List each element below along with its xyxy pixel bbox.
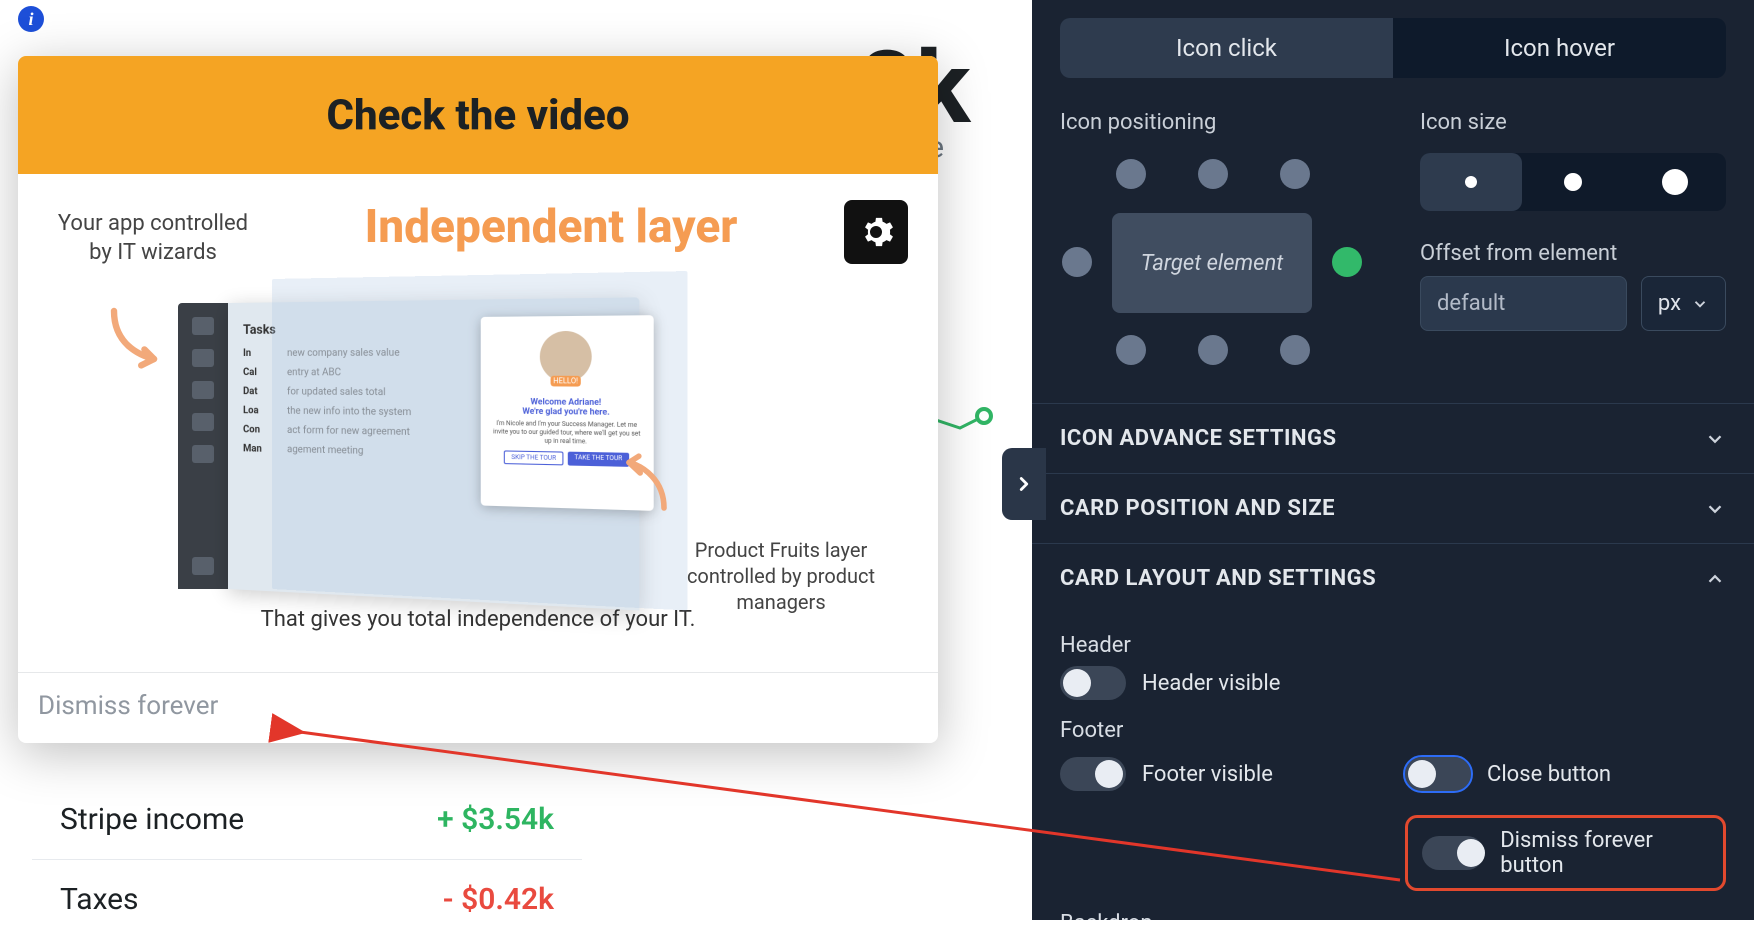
dot-medium-icon <box>1564 173 1582 191</box>
dot-large-icon <box>1662 169 1688 195</box>
icon-positioning-section: Icon positioning Target element <box>1060 110 1380 373</box>
accordion: ICON ADVANCE SETTINGS CARD POSITION AND … <box>1032 403 1754 920</box>
size-options <box>1420 153 1726 211</box>
pos-mid-left[interactable] <box>1062 247 1092 277</box>
card-body: Your app controlled by IT wizards Indepe… <box>18 174 938 672</box>
card-footer: Dismiss forever <box>18 672 938 743</box>
chevron-down-icon <box>1704 498 1726 520</box>
size-large[interactable] <box>1624 153 1726 211</box>
size-small[interactable] <box>1420 153 1522 211</box>
list-item[interactable]: Stripe income + $3.54k <box>32 780 582 860</box>
pos-bottom-center[interactable] <box>1198 335 1228 365</box>
list-item[interactable]: Taxes - $0.42k <box>32 860 582 939</box>
tab-icon-hover[interactable]: Icon hover <box>1393 18 1726 78</box>
mock-sidebar <box>178 303 228 589</box>
tab-icon-click[interactable]: Icon click <box>1060 18 1393 78</box>
card-layout-body: Header Header visible Footer Footer visi… <box>1032 613 1754 920</box>
toggle-label: Footer visible <box>1142 762 1273 787</box>
pos-top-left[interactable] <box>1116 159 1146 189</box>
headline: Independent layer <box>258 200 844 254</box>
panel-collapse-handle[interactable] <box>1002 448 1046 520</box>
positioning-label: Icon positioning <box>1060 110 1380 135</box>
offset-unit-label: px <box>1658 291 1681 316</box>
accordion-card-position[interactable]: CARD POSITION AND SIZE <box>1032 473 1754 543</box>
size-label: Icon size <box>1420 110 1726 135</box>
accordion-icon-advance[interactable]: ICON ADVANCE SETTINGS <box>1032 403 1754 473</box>
offset-input[interactable]: default <box>1420 276 1627 331</box>
illustration-area: Tasks Innew company sales value Calentry… <box>48 277 908 597</box>
header-group-title: Header <box>1060 633 1726 658</box>
footer-group-title: Footer <box>1060 718 1726 743</box>
arrow-left-icon <box>98 303 178 383</box>
row-value: - $0.42k <box>443 882 554 917</box>
toggle-dismiss-forever[interactable] <box>1422 836 1484 870</box>
mock-overlay-pane: HELLO! Welcome Adriane! We're glad you'r… <box>272 271 688 610</box>
skip-button: SKIP THE TOUR <box>504 451 564 466</box>
card-header-title: Check the video <box>326 91 629 140</box>
avatar <box>540 331 592 383</box>
transactions-list: Stripe income + $3.54k Taxes - $0.42k <box>32 780 582 939</box>
target-label: Target element <box>1141 251 1283 276</box>
icon-size-section: Icon size Offset from element default px <box>1420 110 1726 373</box>
dismiss-forever-link[interactable]: Dismiss forever <box>38 691 218 721</box>
pos-mid-right[interactable] <box>1332 247 1362 277</box>
pos-bottom-right[interactable] <box>1280 335 1310 365</box>
gear-icon <box>858 214 894 250</box>
welcome-desc: I'm Nicole and I'm your Success Manager.… <box>491 420 642 447</box>
trigger-tabs: Icon click Icon hover <box>1060 18 1726 78</box>
pos-top-center[interactable] <box>1198 159 1228 189</box>
toggle-label: Header visible <box>1142 671 1280 696</box>
dismiss-forever-highlight: Dismiss forever button <box>1405 815 1726 891</box>
accordion-card-layout[interactable]: CARD LAYOUT AND SETTINGS <box>1032 543 1754 613</box>
toggle-close-button[interactable] <box>1405 757 1471 791</box>
card-header: Check the video <box>18 56 938 174</box>
chevron-right-icon <box>1013 473 1035 495</box>
size-medium[interactable] <box>1522 153 1624 211</box>
note-right: Product Fruits layer controlled by produ… <box>676 537 886 615</box>
mock-app-illustration: Tasks Innew company sales value Calentry… <box>178 293 698 593</box>
offset-unit-select[interactable]: px <box>1641 276 1726 331</box>
toggle-label: Close button <box>1487 762 1611 787</box>
toggle-header-visible[interactable] <box>1060 666 1126 700</box>
note-left: Your app controlled by IT wizards <box>48 210 258 267</box>
hello-badge: HELLO! <box>550 376 581 387</box>
toggle-footer-visible[interactable] <box>1060 757 1126 791</box>
accordion-label: CARD POSITION AND SIZE <box>1060 496 1335 521</box>
pos-bottom-left[interactable] <box>1116 335 1146 365</box>
row-label: Taxes <box>60 882 139 917</box>
offset-label: Offset from element <box>1420 241 1726 266</box>
target-element-box: Target element <box>1112 213 1312 313</box>
info-icon[interactable]: i <box>18 6 44 32</box>
settings-panel: Icon click Icon hover Icon positioning T… <box>1032 0 1754 920</box>
arrow-right-icon <box>608 445 678 515</box>
gear-button[interactable] <box>844 200 908 264</box>
announcement-card: Check the video Your app controlled by I… <box>18 56 938 743</box>
pos-top-right[interactable] <box>1280 159 1310 189</box>
backdrop-group-title: Backdrop <box>1060 911 1726 920</box>
accordion-label: ICON ADVANCE SETTINGS <box>1060 426 1337 451</box>
welcome-line-2: We're glad you're here. <box>491 406 642 417</box>
row-label: Stripe income <box>60 802 244 837</box>
toggle-label: Dismiss forever button <box>1500 828 1709 878</box>
positioning-grid: Target element <box>1060 153 1360 373</box>
accordion-label: CARD LAYOUT AND SETTINGS <box>1060 566 1376 591</box>
dot-small-icon <box>1465 176 1477 188</box>
chevron-down-icon <box>1691 295 1709 313</box>
chevron-up-icon <box>1704 568 1726 590</box>
row-value: + $3.54k <box>437 802 554 837</box>
chevron-down-icon <box>1704 428 1726 450</box>
